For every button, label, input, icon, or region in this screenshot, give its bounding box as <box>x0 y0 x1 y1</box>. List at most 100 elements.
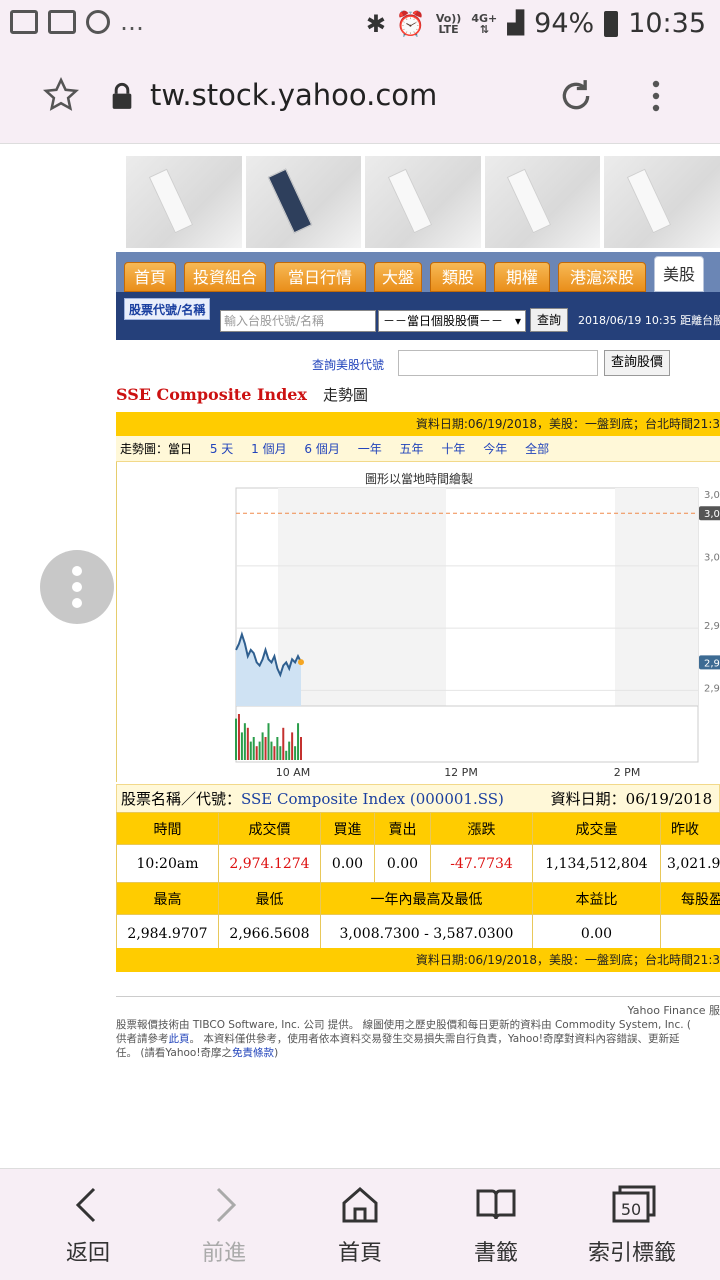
value-change: -47.7734 <box>430 844 533 883</box>
signal-icon: ▟ <box>507 11 525 36</box>
reload-icon[interactable] <box>556 76 596 116</box>
intraday-chart: 圖形以當地時間繪製 10 AM12 PM2 PM3,03,002,982,972… <box>116 462 720 782</box>
volume-plot-frame <box>235 705 699 763</box>
tab-futures-options[interactable]: 期權 <box>494 262 550 292</box>
volume-bar <box>282 727 285 760</box>
battery-percent: 94% <box>534 8 595 39</box>
tab-hk-china[interactable]: 港滬深股 <box>558 262 646 292</box>
header-prev-close: 昨收 <box>660 812 720 845</box>
period-6m[interactable]: 6 個月 <box>304 442 339 456</box>
browser-screen: … ✱ ⏰ Vo)) LTE 4G+ ⇅ ▟ 94% 10:35 tw.stock.… <box>0 0 720 1280</box>
banner-image <box>604 156 720 248</box>
volume-bar <box>288 741 291 760</box>
tab-portfolio[interactable]: 投資組合 <box>184 262 266 292</box>
forward-button[interactable]: 前進 <box>156 1169 292 1280</box>
us-stock-lookup: 查詢美股代號 查詢股價 <box>116 348 720 378</box>
us-stock-input[interactable] <box>398 350 598 376</box>
gmail-icon <box>48 10 76 34</box>
volume-bar <box>261 732 264 760</box>
back-arrow-icon <box>75 1187 96 1223</box>
banner-image <box>245 156 362 248</box>
tab-index[interactable]: 大盤 <box>374 262 422 292</box>
volume-bar <box>252 737 255 760</box>
overflow-menu-icon[interactable] <box>646 78 666 114</box>
info-date: 資料日期：06/19/2018 <box>550 790 713 808</box>
tab-home[interactable]: 首頁 <box>124 262 176 292</box>
reference-price-label: 3,0 <box>704 509 720 520</box>
home-button[interactable]: 首頁 <box>292 1169 428 1280</box>
value-prev-close: 3,021.9 <box>660 844 720 883</box>
stock-code-input[interactable]: 輸入台股代號/名稱 <box>220 310 376 332</box>
value-high: 2,984.9707 <box>116 914 219 953</box>
value-time: 10:20am <box>116 844 219 883</box>
bluetooth-icon: ✱ <box>365 9 386 38</box>
battery-icon <box>604 10 619 37</box>
tab-sectors[interactable]: 類股 <box>430 262 486 292</box>
quote-type-select[interactable]: －－當日個股股價－－ ▾ <box>378 310 526 332</box>
volume-bar <box>235 718 237 760</box>
search-button[interactable]: 查詢 <box>530 308 568 332</box>
header-price: 成交價 <box>218 812 321 845</box>
back-label: 返回 <box>65 1241 110 1266</box>
dropdown-arrow-icon: ▾ <box>514 314 521 328</box>
tab-us-stocks[interactable]: 美股 <box>654 256 704 292</box>
disclaimer-terms-link[interactable]: 免責條款 <box>232 1047 274 1059</box>
disclaimer-text: 。 本資料僅供參考，使用者依本資料交易發生交易損失需自行負責，Yahoo!奇摩對… <box>189 1033 680 1045</box>
y-tick-label: 3,00 <box>704 553 720 564</box>
volume-bar <box>237 714 240 760</box>
stock-name: SSE Composite Index <box>116 385 307 404</box>
volume-bar <box>279 746 282 760</box>
header-eps: 每股盈 <box>660 882 720 915</box>
tab-count: 50 <box>621 1200 641 1219</box>
name-value: SSE Composite Index (000001.SS) <box>241 790 504 808</box>
volume-bar <box>300 737 302 760</box>
session-shade <box>278 488 446 706</box>
disclaimer-line: 股票報價技術由 TIBCO Software, Inc. 公司 提供。 線圖使用… <box>116 1019 691 1031</box>
ad-banner[interactable] <box>126 156 720 248</box>
disclaimer-line: 任。 (請看Yahoo!奇摩之免責條款) <box>116 1046 720 1060</box>
volte-indicator: Vo)) LTE <box>435 11 462 36</box>
footer-source: Yahoo Finance 服 <box>627 1004 720 1017</box>
period-ytd[interactable]: 今年 <box>483 442 507 456</box>
data-date-text: 資料日期:06/19/2018，美股：一盤到底；台北時間21:3 <box>415 953 720 967</box>
volume-bar <box>255 746 258 760</box>
header-change: 漲跌 <box>430 812 533 845</box>
forward-label: 前進 <box>201 1241 246 1266</box>
us-code-lookup-link[interactable]: 查詢美股代號 <box>312 356 384 373</box>
tabs-button[interactable]: 50 索引標籤 <box>564 1169 700 1280</box>
period-5d[interactable]: 5 天 <box>210 442 233 456</box>
period-5y[interactable]: 五年 <box>400 442 424 456</box>
y-tick-label: 3,0 <box>704 490 720 501</box>
y-tick-label: 2,96 <box>704 683 720 694</box>
tab-daily-market[interactable]: 當日行情 <box>274 262 366 292</box>
tabs-icon: 50 <box>612 1185 656 1223</box>
back-button[interactable]: 返回 <box>20 1169 156 1280</box>
disclaimer-text: 供者請參考 <box>116 1033 169 1045</box>
tabs-label: 索引標籤 <box>587 1241 676 1266</box>
book-icon <box>476 1189 516 1220</box>
this-page-link[interactable]: 此頁 <box>169 1033 190 1045</box>
alarm-icon: ⏰ <box>395 9 426 38</box>
header-52wk-range: 一年內最高及最低 <box>320 882 533 915</box>
footer-divider <box>116 996 720 997</box>
data-date-bar-bottom: 資料日期:06/19/2018，美股：一盤到底；台北時間21:3 <box>116 948 720 972</box>
section-tabs: 首頁 投資組合 當日行情 大盤 類股 期權 港滬深股 美股 <box>116 252 720 292</box>
period-10y[interactable]: 十年 <box>441 442 465 456</box>
floating-menu-button[interactable] <box>40 550 114 624</box>
bookmarks-button[interactable]: 書籤 <box>428 1169 564 1280</box>
more-dots-icon <box>72 582 82 592</box>
quote-type-value: －－當日個股股價－－ <box>383 314 504 328</box>
data-date-text: 資料日期:06/19/2018，美股：一盤到底；台北時間21:3 <box>415 417 720 431</box>
url-text[interactable]: tw.stock.yahoo.com <box>150 78 437 112</box>
query-price-button[interactable]: 查詢股價 <box>604 350 670 376</box>
y-tick-label: 2,97 <box>704 658 720 669</box>
volume-bar <box>267 723 270 760</box>
period-1m[interactable]: 1 個月 <box>251 442 286 456</box>
period-all[interactable]: 全部 <box>525 442 549 456</box>
banner-image <box>365 156 481 248</box>
banner-image <box>126 156 242 248</box>
disclaimer-text: ) <box>274 1047 279 1059</box>
bookmark-star-icon[interactable] <box>42 76 80 114</box>
period-1y[interactable]: 一年 <box>358 442 382 456</box>
stock-search-bar: 股票代號/名稱 輸入台股代號/名稱 －－當日個股股價－－ ▾ 查詢 2018/06… <box>116 292 720 340</box>
